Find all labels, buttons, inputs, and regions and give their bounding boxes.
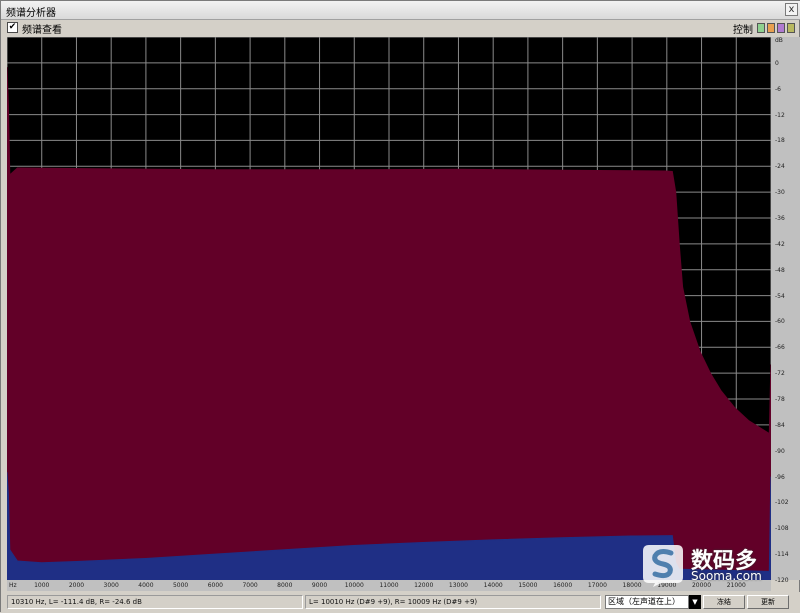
watermark: 数码多 Sooma.com bbox=[641, 541, 791, 591]
x-tick-label: 9000 bbox=[311, 582, 328, 589]
y-tick-label: -90 bbox=[775, 447, 785, 455]
y-tick-label: -24 bbox=[775, 163, 785, 171]
x-tick-label: 8000 bbox=[277, 582, 293, 589]
swatch-green[interactable] bbox=[757, 23, 765, 33]
y-tick-label: -72 bbox=[775, 370, 785, 378]
y-tick-label: -54 bbox=[775, 292, 785, 300]
x-tick-label: 1000 bbox=[34, 582, 50, 589]
y-tick-label: -30 bbox=[775, 189, 785, 197]
update-button[interactable]: 更新 bbox=[747, 595, 789, 609]
y-tick-label: -60 bbox=[775, 318, 785, 326]
region-select[interactable]: 区域（左声道在上） bbox=[605, 595, 689, 609]
y-axis: dB 0 -6 -12 -18 -24 -30 -36 -42 -48 -54 -60 -66 -72 -7… bbox=[771, 37, 800, 584]
window-title: 频谱分析器 bbox=[6, 8, 56, 19]
freeze-button[interactable]: 冻结 bbox=[703, 595, 745, 609]
spectrum-view-label: 频谱查看 bbox=[22, 25, 62, 36]
y-tick-label: -108 bbox=[775, 525, 789, 533]
x-tick-label: 2000 bbox=[68, 582, 85, 589]
x-tick-label: 6000 bbox=[207, 582, 223, 589]
x-tick-label: 14000 bbox=[483, 582, 503, 589]
y-tick-label: -36 bbox=[775, 215, 785, 222]
toolbar: ✔ 频谱查看 控制 bbox=[1, 20, 800, 36]
y-tick-label: 0 bbox=[775, 59, 779, 67]
title-bar[interactable]: 频谱分析器 x bbox=[1, 1, 800, 20]
swatch-olive[interactable] bbox=[787, 23, 795, 33]
y-tick-label: -42 bbox=[775, 240, 785, 248]
x-tick-label: 17000 bbox=[587, 582, 607, 589]
status-bar: 10310 Hz, L= -111.4 dB, R= -24.6 dB L= 1… bbox=[1, 592, 800, 613]
close-button[interactable]: x bbox=[785, 3, 798, 16]
x-tick-label: 15000 bbox=[518, 582, 538, 589]
y-tick-label: -48 bbox=[775, 266, 785, 274]
y-tick-label: -78 bbox=[775, 396, 785, 403]
x-tick-label: 11000 bbox=[379, 582, 399, 589]
x-tick-label: 12000 bbox=[414, 582, 434, 589]
watermark-url: Sooma.com bbox=[691, 569, 762, 583]
swatch-orange[interactable] bbox=[767, 23, 775, 33]
y-tick-label: -96 bbox=[775, 473, 785, 481]
x-tick-label: 18000 bbox=[622, 582, 642, 589]
swatch-purple[interactable] bbox=[777, 23, 785, 33]
control-label: 控制 bbox=[733, 25, 753, 36]
x-tick-label: 3000 bbox=[103, 582, 119, 589]
spectrum-chart bbox=[7, 37, 771, 580]
x-tick-label: 7000 bbox=[242, 582, 258, 589]
x-tick-label: 5000 bbox=[172, 582, 189, 589]
y-tick-label: -84 bbox=[775, 421, 785, 429]
y-tick-label: -18 bbox=[775, 137, 785, 145]
x-tick-label: 4000 bbox=[138, 582, 154, 589]
x-tick-label: 10000 bbox=[344, 582, 364, 589]
cursor-readout: 10310 Hz, L= -111.4 dB, R= -24.6 dB bbox=[7, 595, 303, 609]
x-tick-label: 16000 bbox=[553, 582, 573, 589]
soomal-logo-icon bbox=[643, 545, 683, 587]
x-tick-label: 13000 bbox=[448, 582, 468, 589]
peak-readout: L= 10010 Hz (D#9 +9), R= 10009 Hz (D#9 +… bbox=[305, 595, 601, 609]
spectrum-plot[interactable] bbox=[7, 37, 771, 580]
y-tick-label: -66 bbox=[775, 344, 785, 352]
chevron-down-icon[interactable]: ▼ bbox=[689, 595, 701, 609]
spectrum-analyzer-window: 频谱分析器 x ✔ 频谱查看 控制 dB 0 -6 -12 -18 -24 -30 -36 -4… bbox=[0, 0, 800, 613]
x-tick-label: Hz bbox=[9, 582, 17, 589]
y-tick-label: -12 bbox=[775, 111, 785, 119]
y-tick-label: -6 bbox=[775, 85, 781, 93]
y-tick-label: dB bbox=[775, 37, 783, 44]
spectrum-view-checkbox[interactable]: ✔ bbox=[7, 22, 18, 33]
y-tick-label: -102 bbox=[775, 499, 789, 507]
